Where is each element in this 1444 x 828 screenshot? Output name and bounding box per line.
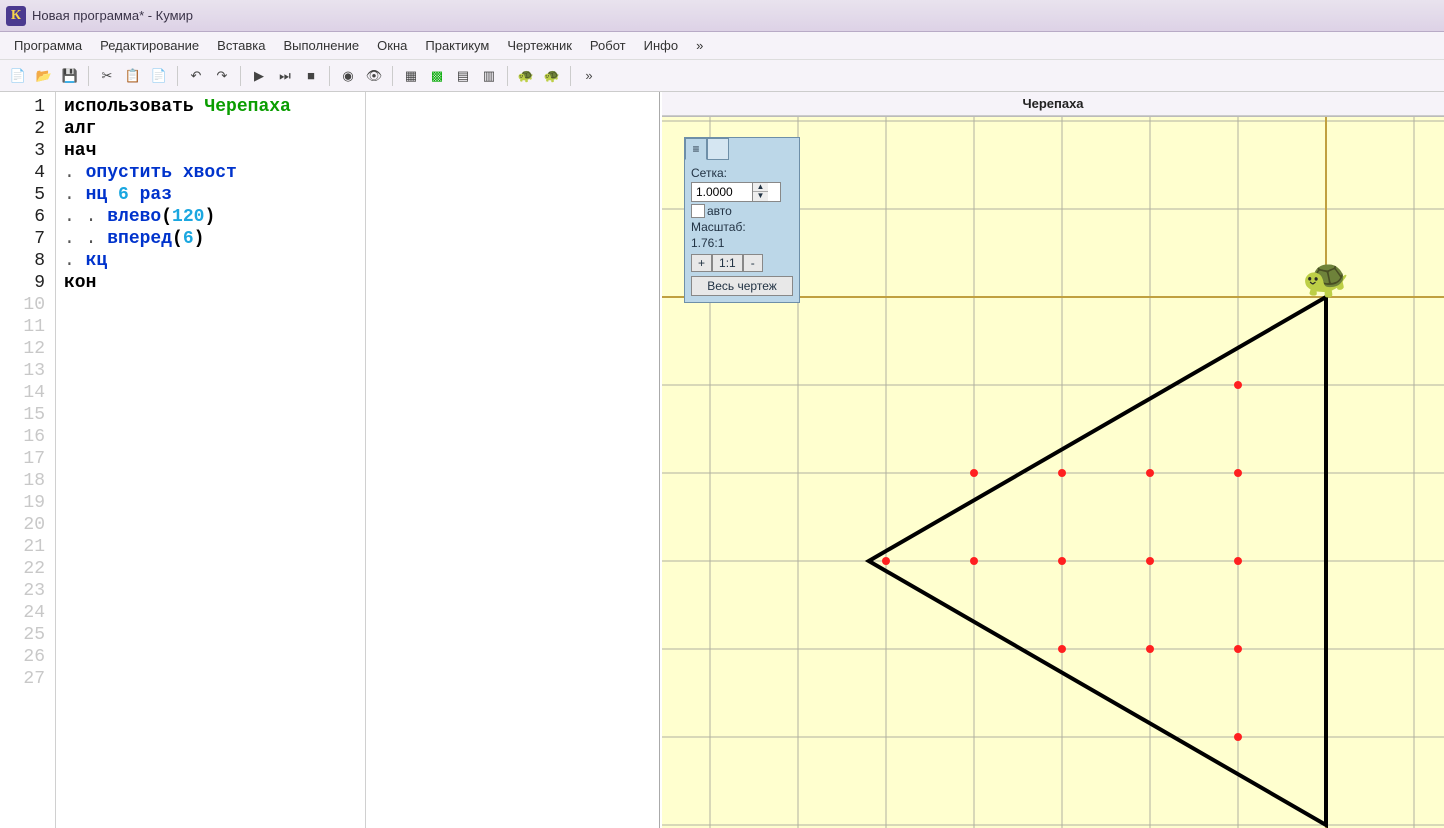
toolbar-separator xyxy=(329,66,330,86)
line-number: 10 xyxy=(0,294,45,316)
watch-icon[interactable]: 👁 xyxy=(362,64,386,88)
menu-item-2[interactable]: Вставка xyxy=(209,35,273,56)
panel-tab-menu[interactable]: ≡ xyxy=(685,138,707,160)
menu-item-0[interactable]: Программа xyxy=(6,35,90,56)
grid-step-input[interactable] xyxy=(692,185,752,199)
toolbar-separator xyxy=(507,66,508,86)
line-number: 5 xyxy=(0,184,45,206)
line-number: 14 xyxy=(0,382,45,404)
menu-item-3[interactable]: Выполнение xyxy=(275,35,367,56)
zoom-reset-button[interactable]: 1:1 xyxy=(712,254,743,272)
toolbar-separator xyxy=(88,66,89,86)
panel-tab-blank[interactable] xyxy=(707,138,729,160)
line-number: 25 xyxy=(0,624,45,646)
step-icon[interactable]: ⏭ xyxy=(273,64,297,88)
scale-label: Масштаб: xyxy=(691,220,793,234)
grid-label: Сетка: xyxy=(691,166,793,180)
paste-icon[interactable]: 📄 xyxy=(147,64,171,88)
line-number: 3 xyxy=(0,140,45,162)
workspace: 1234567891011121314151617181920212223242… xyxy=(0,92,1444,828)
more-icon[interactable]: » xyxy=(577,64,601,88)
menu-item-5[interactable]: Практикум xyxy=(417,35,497,56)
line-number: 6 xyxy=(0,206,45,228)
line-number: 18 xyxy=(0,470,45,492)
zoom-in-button[interactable]: + xyxy=(691,254,712,272)
line-number: 16 xyxy=(0,426,45,448)
fit-drawing-button[interactable]: Весь чертеж xyxy=(691,276,793,296)
turtle1-icon[interactable]: 🐢 xyxy=(514,64,538,88)
line-number: 15 xyxy=(0,404,45,426)
turtle-title: Черепаха xyxy=(662,92,1444,116)
line-number: 8 xyxy=(0,250,45,272)
menu-item-4[interactable]: Окна xyxy=(369,35,415,56)
menu-item-8[interactable]: Инфо xyxy=(636,35,686,56)
line-number: 12 xyxy=(0,338,45,360)
turtle2-icon[interactable]: 🐢 xyxy=(540,64,564,88)
redo-icon[interactable]: ↷ xyxy=(210,64,234,88)
save-file-icon[interactable]: 💾 xyxy=(58,64,82,88)
menu-icon: ≡ xyxy=(692,142,699,156)
line-number: 23 xyxy=(0,580,45,602)
line-number: 17 xyxy=(0,448,45,470)
turtle-icon: 🐢 xyxy=(1302,258,1349,300)
line-number: 24 xyxy=(0,602,45,624)
app-icon: К xyxy=(6,6,26,26)
output-column xyxy=(366,92,659,828)
toolbar-separator xyxy=(570,66,571,86)
line-number: 4 xyxy=(0,162,45,184)
line-number: 26 xyxy=(0,646,45,668)
menubar: ПрограммаРедактированиеВставкаВыполнение… xyxy=(0,32,1444,60)
window-title: Новая программа* - Кумир xyxy=(32,8,193,23)
grid1-icon[interactable]: ▦ xyxy=(399,64,423,88)
zoom-out-button[interactable]: - xyxy=(743,254,763,272)
line-number: 11 xyxy=(0,316,45,338)
menu-item-7[interactable]: Робот xyxy=(582,35,634,56)
grid3-icon[interactable]: ▤ xyxy=(451,64,475,88)
line-number: 1 xyxy=(0,96,45,118)
toolbar: 📄📂💾✂📋📄↶↷▶⏭■◉👁▦▩▤▥🐢🐢» xyxy=(0,60,1444,92)
toolbar-separator xyxy=(240,66,241,86)
line-number: 20 xyxy=(0,514,45,536)
scale-value: 1.76:1 xyxy=(691,236,793,250)
open-file-icon[interactable]: 📂 xyxy=(32,64,56,88)
undo-icon[interactable]: ↶ xyxy=(184,64,208,88)
breakpoint-icon[interactable]: ◉ xyxy=(336,64,360,88)
titlebar: К Новая программа* - Кумир xyxy=(0,0,1444,32)
toolbar-separator xyxy=(177,66,178,86)
cut-icon[interactable]: ✂ xyxy=(95,64,119,88)
code-editor[interactable]: использовать Черепахаалгнач. опустить хв… xyxy=(56,92,366,828)
turtle-pane: Черепаха 🐢 ≡ Сетка: ▲ xyxy=(660,92,1444,828)
turtle-control-panel: ≡ Сетка: ▲ ▼ xyxy=(684,137,800,303)
line-number: 2 xyxy=(0,118,45,140)
grid-step-spinner[interactable]: ▲ ▼ xyxy=(691,182,781,202)
line-number: 22 xyxy=(0,558,45,580)
stop-icon[interactable]: ■ xyxy=(299,64,323,88)
line-number: 27 xyxy=(0,668,45,690)
line-number: 9 xyxy=(0,272,45,294)
menu-item-1[interactable]: Редактирование xyxy=(92,35,207,56)
line-number: 13 xyxy=(0,360,45,382)
spin-down-icon[interactable]: ▼ xyxy=(753,192,768,201)
grid2-icon[interactable]: ▩ xyxy=(425,64,449,88)
auto-label: авто xyxy=(707,204,732,218)
line-number: 19 xyxy=(0,492,45,514)
menu-item-9[interactable]: » xyxy=(688,35,711,56)
toolbar-separator xyxy=(392,66,393,86)
editor-pane: 1234567891011121314151617181920212223242… xyxy=(0,92,660,828)
grid4-icon[interactable]: ▥ xyxy=(477,64,501,88)
line-number: 7 xyxy=(0,228,45,250)
run-icon[interactable]: ▶ xyxy=(247,64,271,88)
copy-icon[interactable]: 📋 xyxy=(121,64,145,88)
line-gutter: 1234567891011121314151617181920212223242… xyxy=(0,92,56,828)
auto-checkbox[interactable] xyxy=(691,204,705,218)
menu-item-6[interactable]: Чертежник xyxy=(499,35,580,56)
turtle-canvas[interactable]: 🐢 ≡ Сетка: ▲ ▼ xyxy=(662,116,1444,828)
new-file-icon[interactable]: 📄 xyxy=(6,64,30,88)
line-number: 21 xyxy=(0,536,45,558)
